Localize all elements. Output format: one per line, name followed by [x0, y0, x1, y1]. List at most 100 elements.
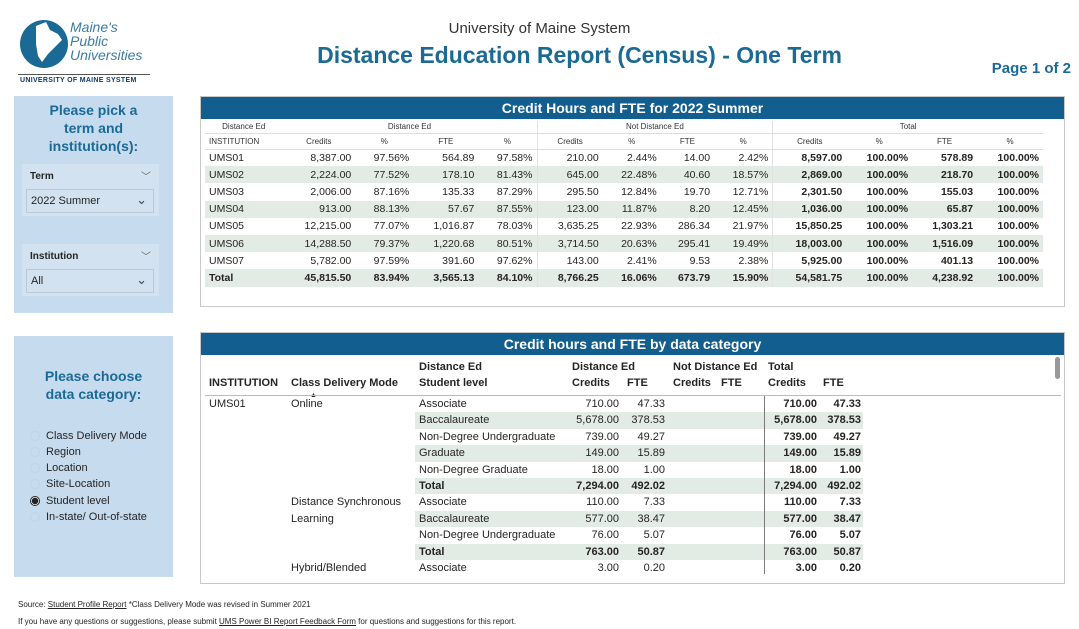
- column-header-cell[interactable]: %: [977, 133, 1043, 150]
- table2-cell-level: Total: [419, 480, 445, 492]
- header-total: Total: [768, 361, 794, 373]
- table2-cell-tot-credits: 3.00: [795, 562, 817, 574]
- institution-dropdown[interactable]: All ⌄: [26, 269, 154, 293]
- value-cell: 673.79: [660, 269, 715, 287]
- radio-icon: [30, 431, 40, 441]
- value-cell: 100.00%: [846, 200, 913, 218]
- term-dropdown-value: 2022 Summer: [31, 195, 101, 207]
- footer-feedback: If you have any questions or suggestions…: [18, 617, 517, 626]
- header-level-group: Distance Ed: [419, 361, 482, 373]
- collapse-chevron-icon[interactable]: ﹀: [141, 248, 151, 263]
- value-cell: 54,581.75: [772, 269, 847, 287]
- table2-cell-level: Graduate: [419, 447, 465, 460]
- header-class-delivery-mode[interactable]: Class Delivery Mode: [291, 376, 398, 391]
- radio-in-state-out-of-state[interactable]: In-state/ Out-of-state: [30, 511, 147, 523]
- table2-cell-de-fte: 49.27: [637, 430, 665, 443]
- credit-hours-fte-table: Credit Hours and FTE for 2022 Summer Dis…: [200, 96, 1065, 307]
- table2-cell-tot-credits: 577.00: [783, 512, 817, 525]
- value-cell: 57.67: [413, 200, 479, 218]
- table2-cell-de-fte: 15.89: [637, 447, 665, 460]
- filter-heading-line1: Please pick a: [49, 102, 138, 118]
- table2-cell-tot-fte: 7.33: [839, 496, 861, 509]
- header-de-credits[interactable]: Credits: [572, 376, 610, 391]
- student-profile-report-link[interactable]: Student Profile Report: [48, 600, 127, 609]
- table2-cell-de-credits: 110.00: [586, 496, 619, 509]
- table2-cell-tot-credits: 763.00: [783, 545, 817, 558]
- header-student-level[interactable]: Student level: [419, 376, 487, 391]
- value-cell: 578.89: [940, 151, 974, 164]
- column-header-cell[interactable]: %: [602, 133, 661, 150]
- value-cell: 1,036.00: [772, 200, 847, 218]
- institution-cell: UMS01: [209, 151, 245, 164]
- value-cell: 391.60: [442, 254, 475, 267]
- radio-icon: [30, 447, 40, 457]
- column-header-cell[interactable]: %: [355, 133, 414, 150]
- column-header-cell[interactable]: FTE: [912, 133, 978, 150]
- table1-row: UMS01 8,387.00 97.56% 564.89 97.58% 210.00 2.4…: [205, 149, 1043, 167]
- value-cell: 40.60: [660, 166, 715, 184]
- value-cell: 87.55%: [478, 200, 537, 218]
- value-cell: 11.87%: [602, 200, 661, 218]
- radio-selected-icon: [30, 496, 40, 506]
- table2-cell-tot-credits: 7,294.00: [774, 480, 817, 492]
- value-cell: 18.57%: [714, 166, 773, 184]
- institution-cell: UMS06: [205, 234, 283, 253]
- table2-cell-de-fte: 1.00: [643, 463, 665, 476]
- value-cell: 16.06%: [602, 269, 661, 287]
- value-cell: 22.93%: [621, 220, 657, 233]
- collapse-chevron-icon[interactable]: ﹀: [141, 168, 151, 183]
- value-cell: 2.44%: [626, 151, 657, 164]
- institution-cell: Total: [205, 269, 283, 287]
- value-cell: 100.00%: [997, 220, 1039, 233]
- radio-student-level[interactable]: Student level: [30, 495, 110, 507]
- value-cell: 88.13%: [355, 200, 414, 218]
- value-cell: 1,303.21: [932, 220, 974, 233]
- value-cell: 9.53: [689, 254, 711, 267]
- institution-cell: UMS07: [209, 254, 245, 267]
- table2-cell-tot-credits: 76.00: [789, 529, 817, 542]
- table2-cell-tot-fte: 50.87: [833, 545, 861, 558]
- logo-divider: [18, 74, 150, 75]
- column-header-cell[interactable]: Credits: [282, 133, 356, 150]
- table2-row: Non-Degree Undergraduate 76.00 5.07 76.00 5.…: [205, 527, 1063, 543]
- radio-icon: [30, 512, 40, 522]
- table2-cell-de-fte: 7.33: [643, 496, 665, 509]
- value-cell: 1,516.09: [912, 234, 978, 253]
- value-cell: 100.00%: [997, 185, 1039, 198]
- value-cell: 8,766.25: [536, 269, 603, 287]
- header-nde-credits[interactable]: Credits: [673, 376, 711, 391]
- radio-class-delivery-mode[interactable]: Class Delivery Mode: [30, 430, 147, 442]
- value-cell: 100.00%: [977, 166, 1043, 184]
- table1-row: UMS02 2,224.00 77.52% 178.10 81.43% 645.00 22.…: [205, 166, 1043, 184]
- value-cell: 97.62%: [496, 254, 533, 267]
- value-cell: 100.00%: [997, 254, 1039, 267]
- column-header-cell[interactable]: FTE: [660, 133, 715, 150]
- column-header-cell[interactable]: Credits: [536, 133, 603, 150]
- header-de-fte[interactable]: FTE: [627, 376, 648, 391]
- column-header-cell[interactable]: INSTITUTION: [205, 133, 283, 150]
- table2-cell-de-fte: 378.53: [631, 414, 665, 427]
- feedback-form-link[interactable]: UMS Power BI Report Feedback Form: [219, 617, 356, 626]
- radio-region[interactable]: Region: [30, 446, 81, 458]
- value-cell: 8.20: [660, 200, 715, 218]
- header-nde-fte[interactable]: FTE: [721, 376, 742, 391]
- header-institution[interactable]: INSTITUTION: [209, 376, 278, 391]
- radio-site-location[interactable]: Site-Location: [30, 478, 110, 490]
- column-header-cell[interactable]: %: [846, 133, 913, 150]
- column-header-cell[interactable]: Credits: [772, 133, 847, 150]
- table2-cell-tot-credits: 18.00: [789, 463, 817, 476]
- column-header-cell[interactable]: FTE: [413, 133, 479, 150]
- table2-cell-level: Non-Degree Undergraduate: [419, 529, 556, 542]
- value-cell: 79.37%: [355, 234, 414, 253]
- table2-cell-level: Associate: [419, 398, 467, 410]
- vertical-scrollbar[interactable]: [1055, 357, 1060, 379]
- radio-location[interactable]: Location: [30, 462, 88, 474]
- column-header-cell[interactable]: %: [714, 133, 773, 150]
- term-dropdown[interactable]: 2022 Summer ⌄: [26, 189, 154, 213]
- header-total-credits[interactable]: Credits: [768, 376, 806, 391]
- value-cell: 5,925.00: [772, 252, 847, 270]
- value-cell: 81.43%: [478, 166, 537, 184]
- header-total-fte[interactable]: FTE: [823, 376, 844, 391]
- table2-cell-de-credits: 7,294.00: [576, 480, 619, 492]
- column-header-cell[interactable]: %: [478, 133, 537, 150]
